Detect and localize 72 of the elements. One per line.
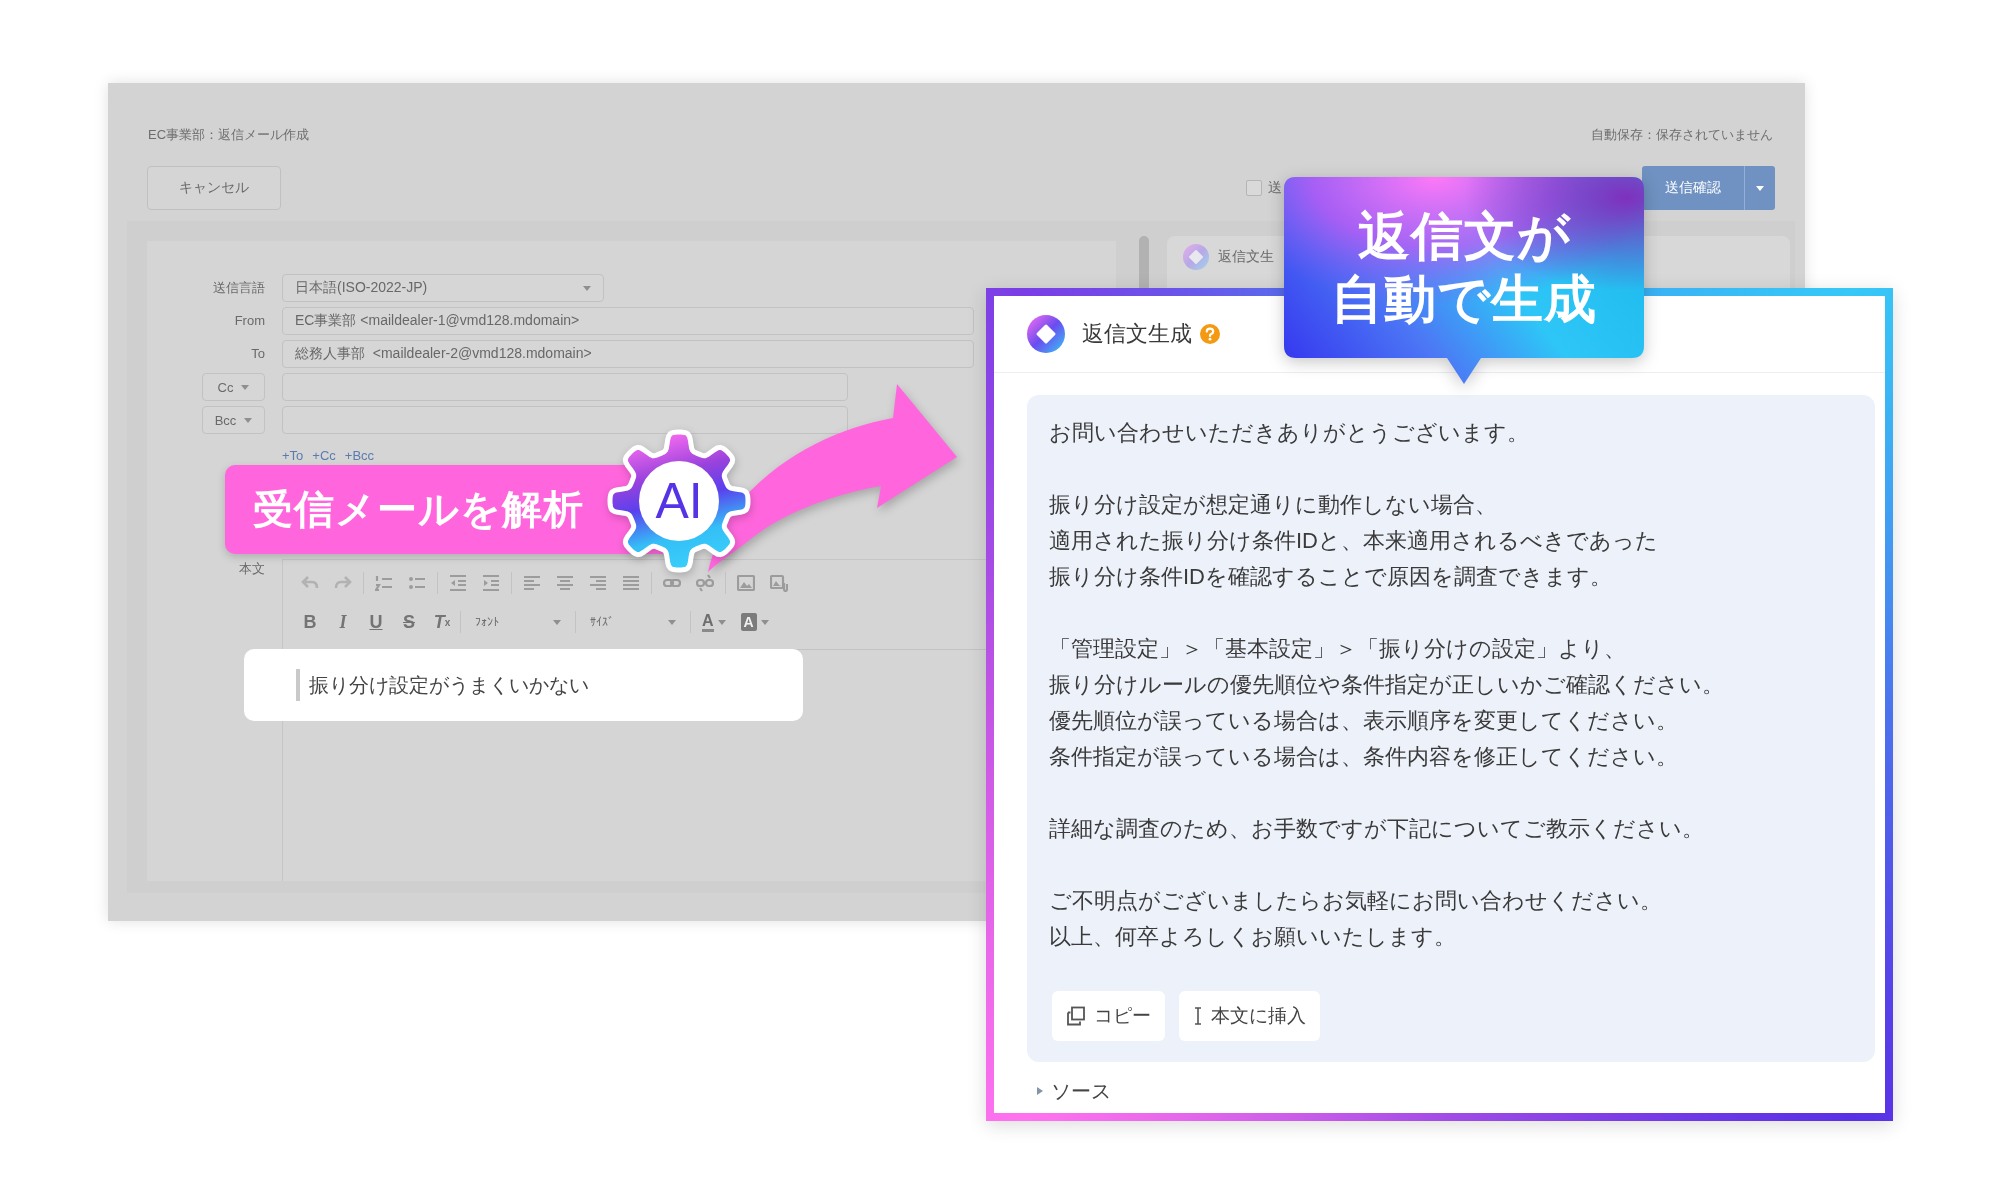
insert-button[interactable]: 本文に挿入 <box>1179 991 1320 1041</box>
strikethrough-button[interactable]: S <box>398 609 420 635</box>
unlink-icon[interactable] <box>696 574 714 592</box>
recipient-type-dropdown[interactable]: Bcc <box>202 406 265 434</box>
indent-icon[interactable] <box>482 574 500 592</box>
caret-icon <box>244 417 253 423</box>
recipient-type-dropdown[interactable]: Cc <box>202 373 265 401</box>
input-field[interactable]: EC事業部 <maildealer-1@vmd128.mdomain> <box>282 307 974 335</box>
reply-text-line: 振り分け設定が想定通りに動作しない場合、 <box>1049 491 1497 519</box>
align-center-icon[interactable] <box>556 574 574 592</box>
diamond-logo-icon <box>1183 244 1209 270</box>
reply-text-line: 適用された振り分け条件IDと、本来適用されるべきであった <box>1049 527 1658 555</box>
send-button[interactable]: 送信確認 <box>1642 166 1744 210</box>
field-label: 本文 <box>239 560 265 578</box>
size-select[interactable]: ｻｲｽﾞ <box>588 609 678 635</box>
cancel-button[interactable]: キャンセル <box>147 166 281 210</box>
image-attachment-icon[interactable] <box>770 574 788 592</box>
copy-icon <box>1066 1006 1086 1026</box>
image-icon[interactable] <box>737 574 755 592</box>
language-select[interactable]: 日本語(ISO-2022-JP) <box>282 274 604 302</box>
panel-title: 返信文生 <box>1218 248 1274 266</box>
callout-text: 自動で生成 <box>1331 268 1597 330</box>
caret-icon <box>1756 185 1764 191</box>
reply-text-line: お問い合わせいただきありがとうございます。 <box>1049 419 1529 447</box>
reply-text-line: 条件指定が誤っている場合は、条件内容を修正してください。 <box>1049 743 1678 771</box>
bold-button[interactable]: B <box>299 609 321 635</box>
source-toggle[interactable]: ソース <box>1036 1079 1111 1103</box>
input-field[interactable] <box>282 406 848 434</box>
text-cursor-icon <box>1193 1007 1203 1025</box>
align-right-icon[interactable] <box>589 574 607 592</box>
caret-icon <box>668 619 676 625</box>
add-recipient-link[interactable]: +To <box>282 448 304 464</box>
diamond-logo-icon <box>1027 315 1065 353</box>
underline-button[interactable]: U <box>365 609 387 635</box>
caret-icon <box>717 619 726 625</box>
reply-text-line: 「管理設定」＞「基本設定」＞「振り分けの設定」より、 <box>1049 635 1626 663</box>
add-recipient-link[interactable]: +Cc <box>312 448 336 464</box>
autosave-status: 自動保存：保存されていません <box>1591 126 1773 144</box>
help-icon[interactable] <box>1200 324 1220 344</box>
field-label: From <box>234 312 265 330</box>
reply-text-line: 以上、何卒よろしくお願いいたします。 <box>1049 923 1456 951</box>
field-label: 送信言語 <box>213 279 265 297</box>
input-field[interactable]: 総務人事部 <maildealer-2@vmd128.mdomain> <box>282 340 974 368</box>
font-select[interactable]: ﾌｫﾝﾄ <box>473 609 563 635</box>
justify-icon[interactable] <box>622 574 640 592</box>
bullet-list-icon[interactable] <box>408 574 426 592</box>
caret-icon <box>583 285 591 291</box>
callout-text: 返信文が <box>1357 205 1571 267</box>
caret-icon <box>760 619 769 625</box>
reply-text-line: 優先順位が誤っている場合は、表示順序を変更してください。 <box>1049 707 1678 735</box>
add-recipient-link[interactable]: +Bcc <box>344 448 375 464</box>
outdent-icon[interactable] <box>449 574 467 592</box>
caret-icon <box>241 384 250 390</box>
panel-title: 返信文生成 <box>1082 320 1192 348</box>
window-title: EC事業部：返信メール作成 <box>148 126 310 144</box>
field-label: To <box>251 345 265 363</box>
italic-button[interactable]: I <box>332 609 354 635</box>
reply-text-line: ご不明点がございましたらお気軽にお問い合わせください。 <box>1049 887 1662 915</box>
quote-bar <box>296 669 300 701</box>
reply-text-line: 振り分けルールの優先順位や条件指定が正しいかご確認ください。 <box>1049 671 1724 699</box>
highlight-color-button[interactable]: A <box>740 609 769 635</box>
numbered-list-icon[interactable] <box>375 574 393 592</box>
checkbox-label: 送 <box>1268 179 1282 197</box>
reply-text-line: 詳細な調査のため、お手数ですが下記についてご教示ください。 <box>1049 815 1704 843</box>
copy-button[interactable]: コピー <box>1052 991 1165 1041</box>
align-left-icon[interactable] <box>523 574 541 592</box>
text-color-button[interactable]: A <box>702 609 726 635</box>
subject-text: 振り分け設定がうまくいかない <box>309 672 589 698</box>
send-dropdown-button[interactable] <box>1744 166 1775 210</box>
reply-text-line: 振り分け条件IDを確認することで原因を調査できます。 <box>1049 563 1612 591</box>
checkbox[interactable] <box>1246 180 1262 196</box>
caret-icon <box>553 619 561 625</box>
